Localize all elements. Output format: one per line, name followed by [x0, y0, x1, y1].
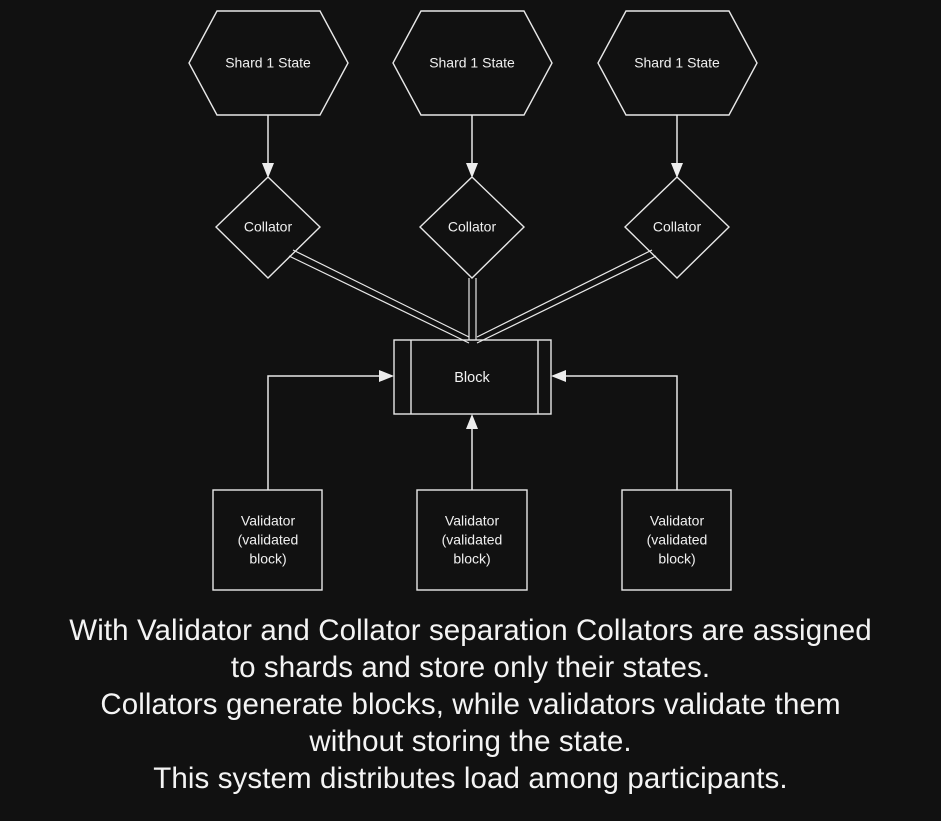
block-node[interactable]: Block: [393, 339, 552, 415]
shard-node-label: Shard 1 State: [634, 55, 720, 71]
caption-line-2: to shards and store only their states.: [230, 651, 711, 684]
arrow-head-icon: [466, 414, 478, 429]
validator-to-block-arrow-2: [466, 414, 478, 490]
validator-label-line3: block): [453, 551, 490, 567]
caption-block: With Validator and Collator separation C…: [0, 612, 941, 797]
validator-label-line2: (validated: [442, 532, 503, 548]
shard-node-2[interactable]: Shard 1 State: [392, 10, 553, 116]
arrow-head-icon: [262, 163, 274, 178]
arrow-head-icon: [551, 370, 566, 382]
collator-to-block-connector-1: [288, 249, 470, 344]
validator-node-3[interactable]: Validator (validated block): [621, 489, 732, 591]
shard-node-label: Shard 1 State: [429, 55, 515, 71]
sharding-diagram: Shard 1 State Shard 1 State Shard 1 Stat…: [188, 10, 758, 591]
arrow-head-icon: [466, 163, 478, 178]
validator-to-block-arrow-1: [267, 370, 394, 490]
validator-label-line2: (validated: [647, 532, 708, 548]
block-label: Block: [454, 370, 490, 386]
validator-label-line1: Validator: [241, 513, 296, 529]
collator-node-label: Collator: [244, 219, 293, 235]
shard-node-label: Shard 1 State: [225, 55, 311, 71]
diagram-page: Shard 1 State Shard 1 State Shard 1 Stat…: [0, 0, 941, 821]
validator-to-block-arrow-3: [551, 370, 678, 490]
shard-node-1[interactable]: Shard 1 State: [188, 10, 349, 116]
validator-label-line1: Validator: [650, 513, 705, 529]
collator-node-label: Collator: [448, 219, 497, 235]
collator-to-block-connector-2: [468, 278, 477, 340]
collator-to-block-connector-3: [476, 249, 657, 344]
collator-node-2[interactable]: Collator: [418, 176, 526, 279]
caption-line-3: Collators generate blocks, while validat…: [100, 688, 841, 721]
shard-node-3[interactable]: Shard 1 State: [597, 10, 758, 116]
shard-to-collator-arrow-2: [466, 115, 478, 178]
shard-to-collator-arrow-1: [262, 115, 274, 178]
validator-label-line2: (validated: [238, 532, 299, 548]
caption-line-4: without storing the state.: [309, 725, 632, 758]
caption-line-1: With Validator and Collator separation C…: [69, 614, 872, 647]
shard-to-collator-arrow-3: [671, 115, 683, 178]
arrow-head-icon: [379, 370, 394, 382]
validator-label-line3: block): [249, 551, 286, 567]
validator-label-line1: Validator: [445, 513, 500, 529]
collator-node-label: Collator: [653, 219, 702, 235]
validator-node-2[interactable]: Validator (validated block): [416, 489, 528, 591]
arrow-head-icon: [671, 163, 683, 178]
validator-label-line3: block): [658, 551, 695, 567]
caption-line-5: This system distributes load among parti…: [153, 762, 788, 795]
validator-node-1[interactable]: Validator (validated block): [212, 489, 323, 591]
